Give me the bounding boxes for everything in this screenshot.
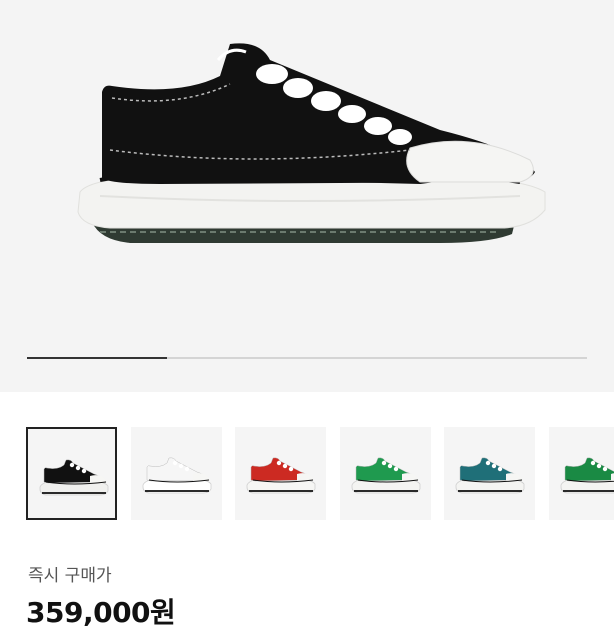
color-thumbnail-black[interactable] [26,427,117,520]
color-thumbnail-green-2[interactable] [549,427,614,520]
color-thumbnail-red[interactable] [235,427,326,520]
buy-now-price: 359,000원 [26,591,175,631]
thumbnail-sneaker-image [444,427,535,520]
product-image-area[interactable] [0,0,614,392]
thumbnail-sneaker-image [28,429,119,522]
color-thumbnail-white[interactable] [131,427,222,520]
thumbnail-sneaker-image [131,427,222,520]
thumbnail-sneaker-image [340,427,431,520]
gallery-progress-track [27,357,587,359]
thumbnail-sneaker-image [235,427,326,520]
thumbnail-sneaker-image [549,427,614,520]
color-thumbnail-teal[interactable] [444,427,535,520]
buy-now-price-label: 즉시 구매가 [28,561,112,586]
gallery-progress-fill [27,357,167,359]
main-sneaker-image [0,0,614,392]
color-thumbnail-green[interactable] [340,427,431,520]
color-thumbnail-list [26,427,614,522]
